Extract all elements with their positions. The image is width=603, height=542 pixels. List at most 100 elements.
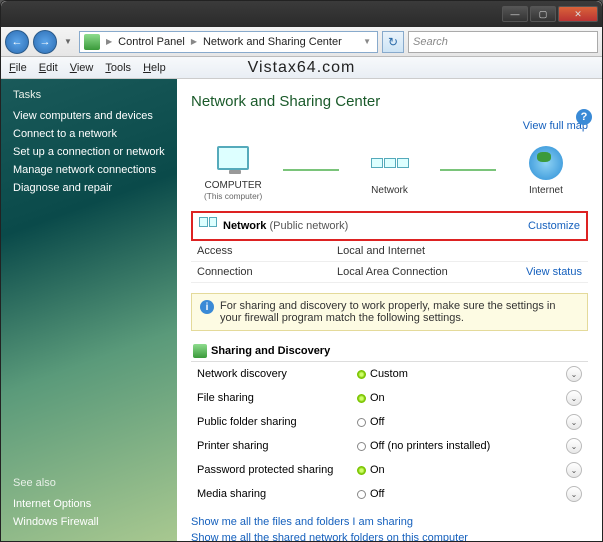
node-network: Network — [347, 143, 431, 196]
setting-label: Password protected sharing — [197, 464, 357, 476]
main: ? Network and Sharing Center View full m… — [177, 79, 602, 541]
expand-button[interactable]: ⌄ — [566, 438, 582, 454]
show-files-link[interactable]: Show me all the files and folders I am s… — [191, 514, 588, 530]
setting-row: Public folder sharingOff⌄ — [191, 410, 588, 434]
sidebar-item-connect[interactable]: Connect to a network — [13, 125, 165, 143]
access-value: Local and Internet — [337, 245, 582, 257]
sidebar-item-manage-connections[interactable]: Manage network connections — [13, 161, 165, 179]
tasks-heading: Tasks — [13, 89, 165, 101]
bottom-links: Show me all the files and folders I am s… — [191, 514, 588, 541]
sidebar: Tasks View computers and devices Connect… — [1, 79, 177, 541]
navbar: ← → ▼ ▶ Control Panel ▶ Network and Shar… — [1, 27, 602, 57]
connection-line-icon — [440, 169, 496, 171]
node-internet: Internet — [504, 143, 588, 196]
menu-view[interactable]: View — [70, 62, 94, 74]
menu-help[interactable]: Help — [143, 62, 166, 74]
setting-row: Network discoveryCustom⌄ — [191, 362, 588, 386]
seealso-heading: See also — [13, 477, 165, 489]
body: Tasks View computers and devices Connect… — [1, 79, 602, 541]
setting-value: Off — [357, 416, 566, 428]
window: — ▢ ✕ ← → ▼ ▶ Control Panel ▶ Network an… — [0, 0, 603, 542]
sidebar-item-setup-connection[interactable]: Set up a connection or network — [13, 143, 165, 161]
minimize-button[interactable]: — — [502, 6, 528, 22]
network-summary-row: Network (Public network) Customize — [191, 211, 588, 241]
network-map: COMPUTER (This computer) Network Interne… — [191, 138, 588, 201]
setting-row: Password protected sharingOn⌄ — [191, 458, 588, 482]
menu-file[interactable]: File — [9, 62, 27, 74]
chevron-right-icon: ▶ — [104, 37, 114, 46]
close-button[interactable]: ✕ — [558, 6, 598, 22]
expand-button[interactable]: ⌄ — [566, 486, 582, 502]
access-row: Access Local and Internet — [191, 241, 588, 262]
titlebar: — ▢ ✕ — [1, 1, 602, 27]
node-label: Network — [371, 185, 408, 196]
status-dot-icon — [357, 466, 366, 475]
expand-button[interactable]: ⌄ — [566, 462, 582, 478]
sidebar-item-internet-options[interactable]: Internet Options — [13, 495, 165, 513]
sidebar-item-diagnose[interactable]: Diagnose and repair — [13, 179, 165, 197]
setting-label: Printer sharing — [197, 440, 357, 452]
search-input[interactable]: Search — [408, 31, 598, 53]
address-bar[interactable]: ▶ Control Panel ▶ Network and Sharing Ce… — [79, 31, 378, 53]
menubar: File Edit View Tools Help Vistax64.com — [1, 57, 602, 79]
refresh-button[interactable]: ↻ — [382, 31, 404, 53]
node-label: COMPUTER — [205, 180, 262, 191]
section-heading: Sharing and Discovery — [191, 341, 588, 362]
setting-value: Off (no printers installed) — [357, 440, 566, 452]
access-label: Access — [197, 245, 337, 257]
node-sublabel: (This computer) — [191, 191, 275, 201]
sidebar-item-windows-firewall[interactable]: Windows Firewall — [13, 513, 165, 531]
back-button[interactable]: ← — [5, 30, 29, 54]
node-computer: COMPUTER (This computer) — [191, 138, 275, 201]
forward-button[interactable]: → — [33, 30, 57, 54]
setting-label: Media sharing — [197, 488, 357, 500]
setting-row: Media sharingOff⌄ — [191, 482, 588, 506]
view-status-link[interactable]: View status — [526, 266, 582, 278]
setting-label: File sharing — [197, 392, 357, 404]
chevron-right-icon: ▶ — [189, 37, 199, 46]
watermark: Vistax64.com — [248, 59, 356, 77]
help-icon[interactable]: ? — [576, 109, 592, 125]
computer-icon — [217, 146, 249, 170]
setting-value: Off — [357, 488, 566, 500]
node-label: Internet — [529, 185, 563, 196]
network-name: Network — [223, 220, 266, 232]
network-icon — [199, 217, 217, 235]
page-title: Network and Sharing Center — [191, 93, 588, 110]
control-panel-icon — [84, 34, 100, 50]
setting-value: On — [357, 464, 566, 476]
setting-value: Custom — [357, 368, 566, 380]
setting-row: File sharingOn⌄ — [191, 386, 588, 410]
setting-value: On — [357, 392, 566, 404]
status-dot-icon — [357, 490, 366, 499]
breadcrumb-item[interactable]: Control Panel — [118, 36, 185, 48]
settings-list: Network discoveryCustom⌄File sharingOn⌄P… — [191, 362, 588, 506]
info-box: i For sharing and discovery to work prop… — [191, 293, 588, 331]
status-dot-icon — [357, 442, 366, 451]
expand-button[interactable]: ⌄ — [566, 414, 582, 430]
status-dot-icon — [357, 394, 366, 403]
network-icon — [371, 158, 409, 168]
info-text: For sharing and discovery to work proper… — [220, 300, 579, 324]
menu-edit[interactable]: Edit — [39, 62, 58, 74]
connection-row: Connection Local Area Connection View st… — [191, 262, 588, 283]
expand-button[interactable]: ⌄ — [566, 366, 582, 382]
breadcrumb-item[interactable]: Network and Sharing Center — [203, 36, 342, 48]
chevron-down-icon[interactable]: ▼ — [361, 37, 373, 46]
connection-label: Connection — [197, 266, 337, 278]
expand-button[interactable]: ⌄ — [566, 390, 582, 406]
history-dropdown[interactable]: ▼ — [61, 30, 75, 54]
globe-icon — [529, 146, 563, 180]
connection-value: Local Area Connection — [337, 266, 526, 278]
network-type: (Public network) — [269, 220, 348, 232]
show-folders-link[interactable]: Show me all the shared network folders o… — [191, 530, 588, 541]
sidebar-item-view-computers[interactable]: View computers and devices — [13, 107, 165, 125]
menu-tools[interactable]: Tools — [105, 62, 131, 74]
maximize-button[interactable]: ▢ — [530, 6, 556, 22]
setting-label: Network discovery — [197, 368, 357, 380]
section-label: Sharing and Discovery — [211, 345, 330, 357]
status-dot-icon — [357, 418, 366, 427]
status-dot-icon — [357, 370, 366, 379]
customize-link[interactable]: Customize — [528, 220, 580, 232]
connection-line-icon — [283, 169, 339, 171]
